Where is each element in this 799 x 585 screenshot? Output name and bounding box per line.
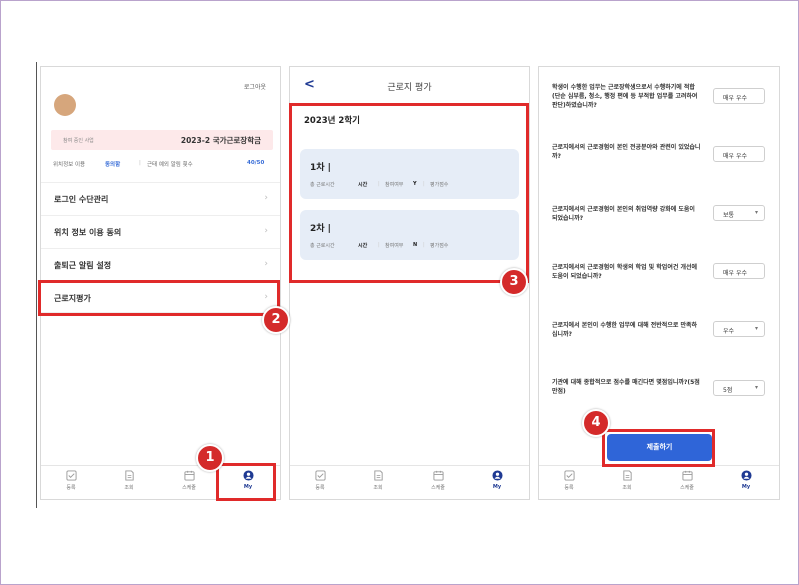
highlight-box-my-tab (216, 463, 276, 501)
register-icon (563, 470, 575, 481)
tab-label: My (741, 484, 751, 490)
menu-item-label: 출퇴근 알림 설정 (54, 261, 112, 270)
question-text: 기관에 대해 종합적으로 점수를 매긴다면 몇점입니까?(5점 만점) (552, 379, 700, 395)
location-label: 위치정보 이용 (53, 162, 86, 168)
tab-label: 조회 (373, 485, 383, 491)
tab-label: 스케줄 (680, 485, 694, 491)
status-row: 위치정보 이용 동의함 | 근태 예외 알림 횟수 40/50 (53, 160, 271, 170)
tab-lookup[interactable]: 조회 (114, 470, 144, 491)
tab-lookup[interactable]: 조회 (363, 470, 393, 491)
tab-label: My (492, 484, 502, 490)
document-icon (622, 470, 632, 481)
calendar-icon (183, 470, 195, 481)
highlight-box-submit (602, 429, 715, 467)
menu-item-label: 위치 정보 이용 동의 (54, 228, 122, 237)
answer-value: 보통 (723, 212, 735, 219)
step-badge-2: 2 (262, 306, 290, 334)
commute-label: 근태 예외 알림 횟수 (147, 162, 193, 168)
step-badge-4: 4 (582, 409, 610, 437)
commute-value: 40/50 (247, 160, 265, 166)
tab-my[interactable]: My (482, 470, 512, 490)
tab-bar: 등록 조회 스케줄 My (290, 465, 529, 499)
page-title: 근로지 평가 (387, 83, 432, 93)
step-badge-1: 1 (196, 444, 224, 472)
answer-value: 매우 우수 (723, 153, 747, 160)
tab-schedule[interactable]: 스케줄 (174, 470, 204, 491)
tab-label: 스케줄 (431, 485, 445, 491)
answer-value: 매우 우수 (723, 95, 747, 102)
question-text: 학생이 수행한 업무는 근로장학생으로서 수행하기에 적합(단순 심부름, 청소… (552, 84, 698, 109)
answer-select[interactable]: 5점 ▾ (713, 380, 765, 396)
question-text: 근로지에서의 근로경험이 학생의 학업 및 학업여건 개선에 도움이 되었습니까… (552, 264, 698, 280)
step-badge-3: 3 (500, 268, 528, 296)
answer-select[interactable]: 우수 ▾ (713, 321, 765, 337)
chevron-right-icon: › (264, 226, 268, 236)
answer-select[interactable]: 매우 우수 (713, 263, 765, 279)
user-icon (740, 470, 752, 481)
tab-label: 등록 (66, 485, 76, 491)
header: < 근로지 평가 (290, 67, 529, 102)
tab-schedule[interactable]: 스케줄 (423, 470, 453, 491)
chevron-down-icon: ▾ (754, 209, 758, 216)
tab-register[interactable]: 등록 (56, 470, 86, 491)
tab-register[interactable]: 등록 (305, 470, 335, 491)
tab-schedule[interactable]: 스케줄 (672, 470, 702, 491)
document-icon (373, 470, 383, 481)
avatar (54, 94, 76, 116)
chevron-right-icon: › (264, 259, 268, 269)
calendar-icon (681, 470, 693, 481)
document-icon (124, 470, 134, 481)
menu-item-label: 로그인 수단관리 (54, 195, 109, 204)
highlight-box-menu (38, 280, 280, 316)
chevron-right-icon: › (264, 193, 268, 203)
tab-lookup[interactable]: 조회 (612, 470, 642, 491)
chevron-down-icon: ▾ (754, 384, 758, 391)
tab-label: 등록 (564, 485, 574, 491)
answer-value: 5점 (723, 387, 733, 394)
menu-item-location-consent[interactable]: 위치 정보 이용 동의 › (41, 215, 280, 247)
program-label: 참여 중인 사업 (63, 138, 94, 144)
tab-bar: 등록 조회 스케줄 My (539, 465, 779, 499)
register-icon (314, 470, 326, 481)
tab-label: 조회 (124, 485, 134, 491)
tab-label: 등록 (315, 485, 325, 491)
logout-link[interactable]: 로그아웃 (244, 82, 266, 91)
location-value: 동의함 (105, 162, 121, 168)
chevron-down-icon: ▾ (754, 325, 758, 332)
tab-label: 스케줄 (182, 485, 196, 491)
highlight-box-rounds (289, 103, 529, 283)
tab-register[interactable]: 등록 (554, 470, 584, 491)
tab-label: 조회 (622, 485, 632, 491)
menu-item-commute-alerts[interactable]: 출퇴근 알림 설정 › (41, 248, 280, 280)
divider-line (36, 62, 37, 508)
register-icon (65, 470, 77, 481)
question-text: 근로지에서의 근로경험이 본인 전공분야와 관련이 있었습니까? (552, 144, 701, 160)
answer-value: 우수 (723, 328, 735, 335)
calendar-icon (432, 470, 444, 481)
answer-select[interactable]: 매우 우수 (713, 146, 765, 162)
menu-item-login-methods[interactable]: 로그인 수단관리 › (41, 182, 280, 214)
answer-select[interactable]: 보통 ▾ (713, 205, 765, 221)
status-separator: | (139, 160, 141, 166)
program-card: 참여 중인 사업 2023-2 국가근로장학금 (51, 130, 273, 150)
program-value: 2023-2 국가근로장학금 (180, 136, 261, 145)
user-icon (491, 470, 503, 481)
question-text: 근로지에서 본인이 수행한 업무에 대해 전반적으로 만족하십니까? (552, 322, 698, 338)
answer-value: 매우 우수 (723, 270, 747, 277)
answer-select[interactable]: 매우 우수 (713, 88, 765, 104)
question-text: 근로지에서의 근로경험이 본인의 취업역량 강화에 도움이 되었습니까? (552, 206, 695, 222)
tab-my[interactable]: My (731, 470, 761, 490)
